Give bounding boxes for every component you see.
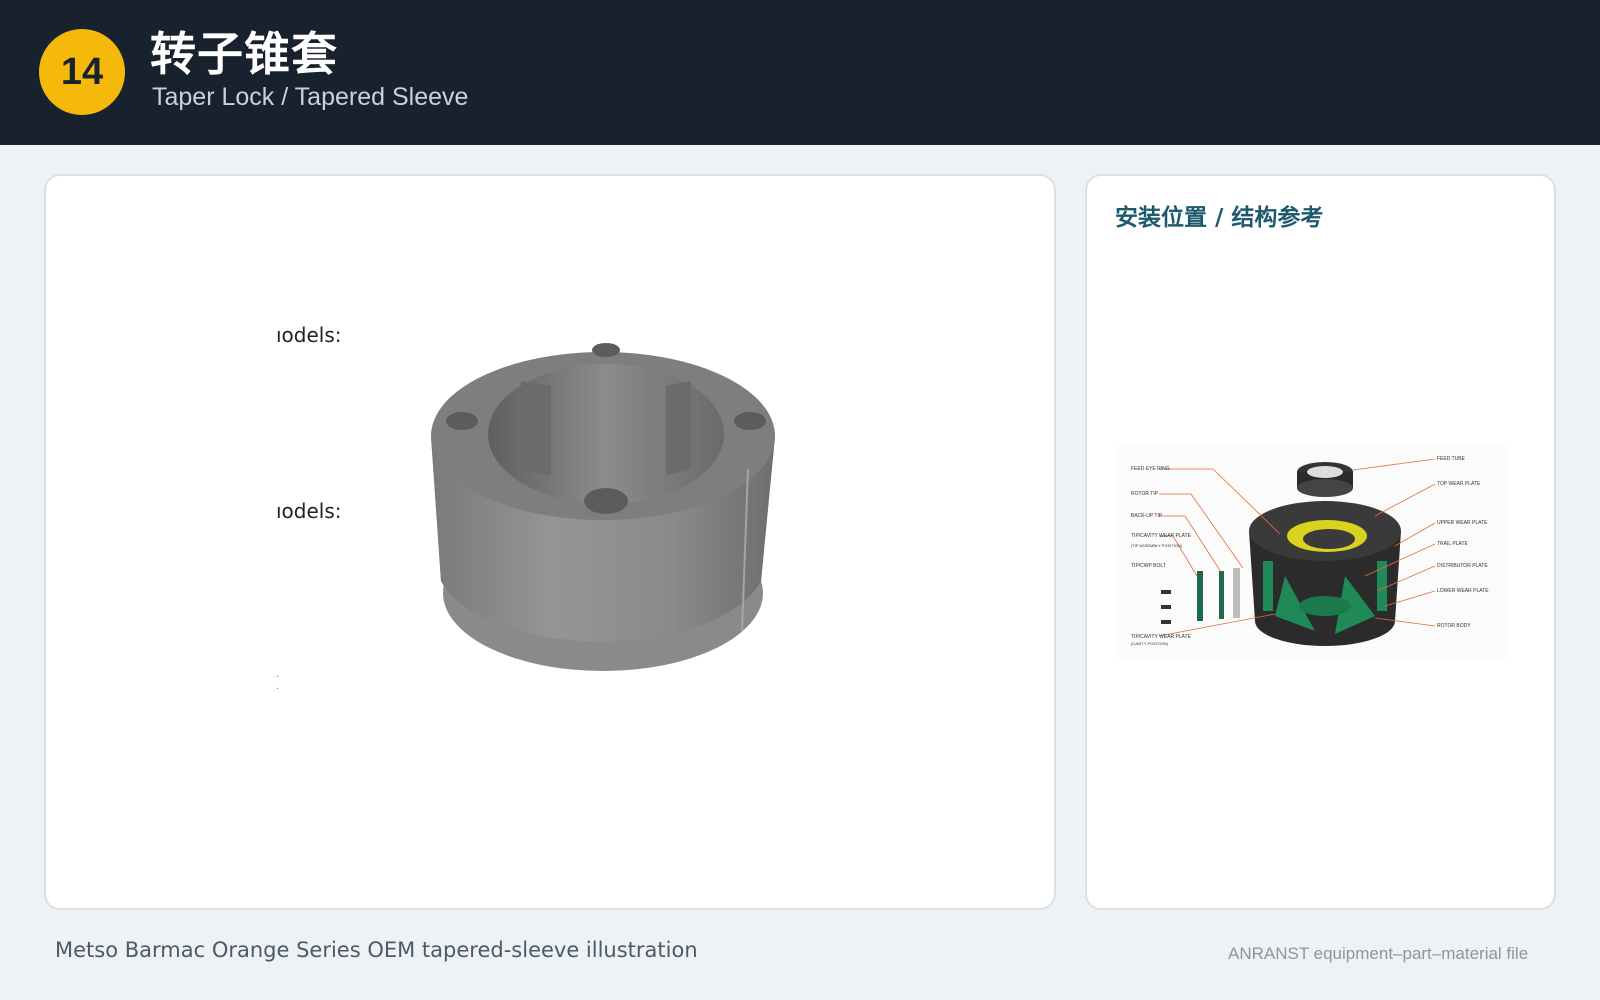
source-note: ANRANST equipment–part–material file <box>1228 944 1529 963</box>
diagram-label: TIP/CAVITY WEAR PLATE <box>1131 634 1192 640</box>
diagram-label: FEED EYE RING <box>1131 466 1170 472</box>
diagram-label: FEED TUBE <box>1437 456 1465 462</box>
diagram-label: DISTRIBUTOR PLATE <box>1437 563 1488 569</box>
image-text-dots: · · <box>276 672 280 695</box>
main-image-card: ıodels: ıodels: · · <box>44 174 1056 910</box>
page-title: 转子锥套 <box>150 27 338 81</box>
diagram-label: TOP WEAR PLATE <box>1437 481 1481 487</box>
diagram-label: BACK-UP TIP <box>1131 513 1163 519</box>
reference-title: 安装位置 / 结构参考 <box>1115 205 1324 231</box>
diagram-label: UPPER WEAR PLATE <box>1437 520 1488 526</box>
reference-card: 安装位置 / 结构参考 FEED EYE RING ROTOR TIP BACK… <box>1085 174 1556 910</box>
diagram-label: TIP/CWP BOLT <box>1131 563 1166 569</box>
image-text-fragment: ıodels: <box>276 323 342 347</box>
page-header: 14 转子锥套 Taper Lock / Tapered Sleeve <box>0 0 1600 145</box>
page-subtitle: Taper Lock / Tapered Sleeve <box>152 83 469 111</box>
item-number-badge: 14 <box>39 29 125 115</box>
rotor-exploded-diagram: FEED EYE RING ROTOR TIP BACK-UP TIP TIP/… <box>1115 446 1507 658</box>
tapered-sleeve-image <box>431 343 775 671</box>
diagram-label: ROTOR BODY <box>1437 623 1471 629</box>
diagram-label: TRAIL PLATE <box>1437 541 1468 547</box>
diagram-label: ROTOR TIP <box>1131 491 1159 497</box>
diagram-label: (TIP ASSEMBLY POSITION) <box>1131 543 1183 548</box>
diagram-label: (CAVITY POSITION) <box>1131 641 1168 646</box>
diagram-label: TIP/CAVITY WEAR PLATE <box>1131 533 1192 539</box>
diagram-label: LOWER WEAR PLATE <box>1437 588 1489 594</box>
image-caption: Metso Barmac Orange Series OEM tapered-s… <box>55 938 698 962</box>
image-text-fragment: ıodels: <box>276 499 342 523</box>
